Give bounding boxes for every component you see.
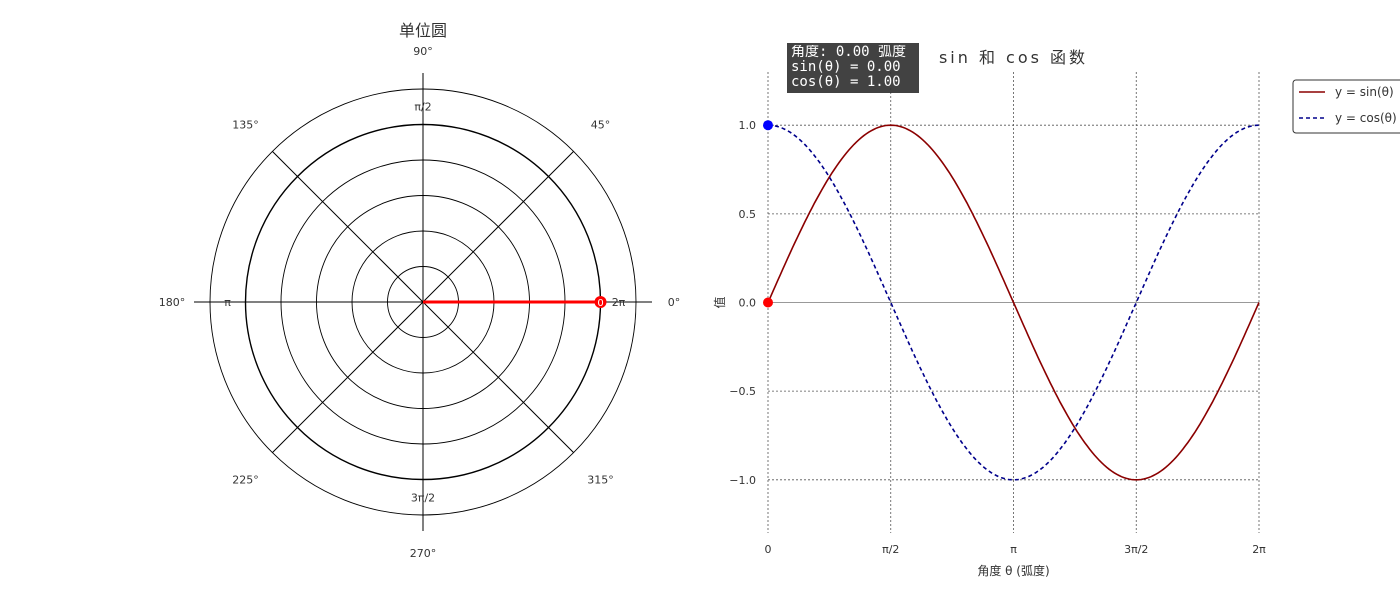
chart-title: sin 和 cos 函数 [939, 48, 1088, 67]
polar-theta-gridline [422, 151, 574, 303]
x-axis-label: 角度 θ (弧度) [977, 563, 1049, 578]
legend-sin-label: y = sin(θ) [1335, 85, 1394, 99]
polar-theta-gridline [272, 151, 424, 303]
info-cos: cos(θ) = 1.00 [791, 75, 901, 90]
y-tick-label: −1.0 [729, 474, 756, 487]
polar-plot: 0° 45° 90° 135° 180° 225° 270° 315° 2π π/2 π 3π/2 0 单… [159, 21, 681, 560]
sin-cos-plot: 0 π/2 π 3π/2 2π −1.0 −0.5 0.0 0.5 1.0 角度 θ (弧度) 值 si… [712, 48, 1400, 578]
polar-angle-label: 0° [668, 296, 681, 309]
polar-radian-label: 3π/2 [411, 492, 435, 505]
polar-theta-gridline [422, 301, 574, 453]
sin-marker [763, 297, 773, 308]
x-tick-label: π [1010, 543, 1017, 556]
x-tick-label: 3π/2 [1124, 543, 1148, 556]
y-tick-label: 0.0 [739, 297, 757, 310]
x-tick-label: 0 [765, 543, 772, 556]
legend-cos-label: y = cos(θ) [1335, 111, 1397, 125]
figure: 0° 45° 90° 135° 180° 225° 270° 315° 2π π/2 π 3π/2 0 单… [159, 21, 1400, 578]
polar-angle-label: 270° [410, 547, 437, 560]
info-box: 角度: 0.00 弧度 sin(θ) = 0.00 cos(θ) = 1.00 [787, 43, 919, 93]
x-tick-label: π/2 [882, 543, 899, 556]
polar-angle-label: 315° [587, 473, 614, 486]
polar-angle-label: 45° [591, 119, 611, 132]
polar-radian-label: π [224, 296, 231, 309]
y-tick-label: 0.5 [739, 208, 757, 221]
polar-angle-label: 90° [413, 45, 433, 58]
cos-marker [763, 120, 773, 131]
polar-angle-label: 225° [232, 473, 259, 486]
info-sin: sin(θ) = 0.00 [791, 60, 901, 75]
polar-point-label: 0 [597, 298, 603, 309]
polar-radian-label: π/2 [414, 101, 431, 114]
polar-theta-gridline [272, 301, 424, 453]
y-tick-label: 1.0 [739, 119, 757, 132]
polar-angle-label: 180° [159, 296, 186, 309]
y-tick-label: −0.5 [729, 385, 756, 398]
x-tick-label: 2π [1252, 543, 1266, 556]
polar-title: 单位圆 [399, 21, 447, 40]
info-angle: 角度: 0.00 弧度 [791, 45, 907, 60]
polar-angle-label: 135° [232, 119, 259, 132]
polar-radian-label: 2π [612, 296, 626, 309]
y-axis-label: 值 [712, 296, 727, 308]
